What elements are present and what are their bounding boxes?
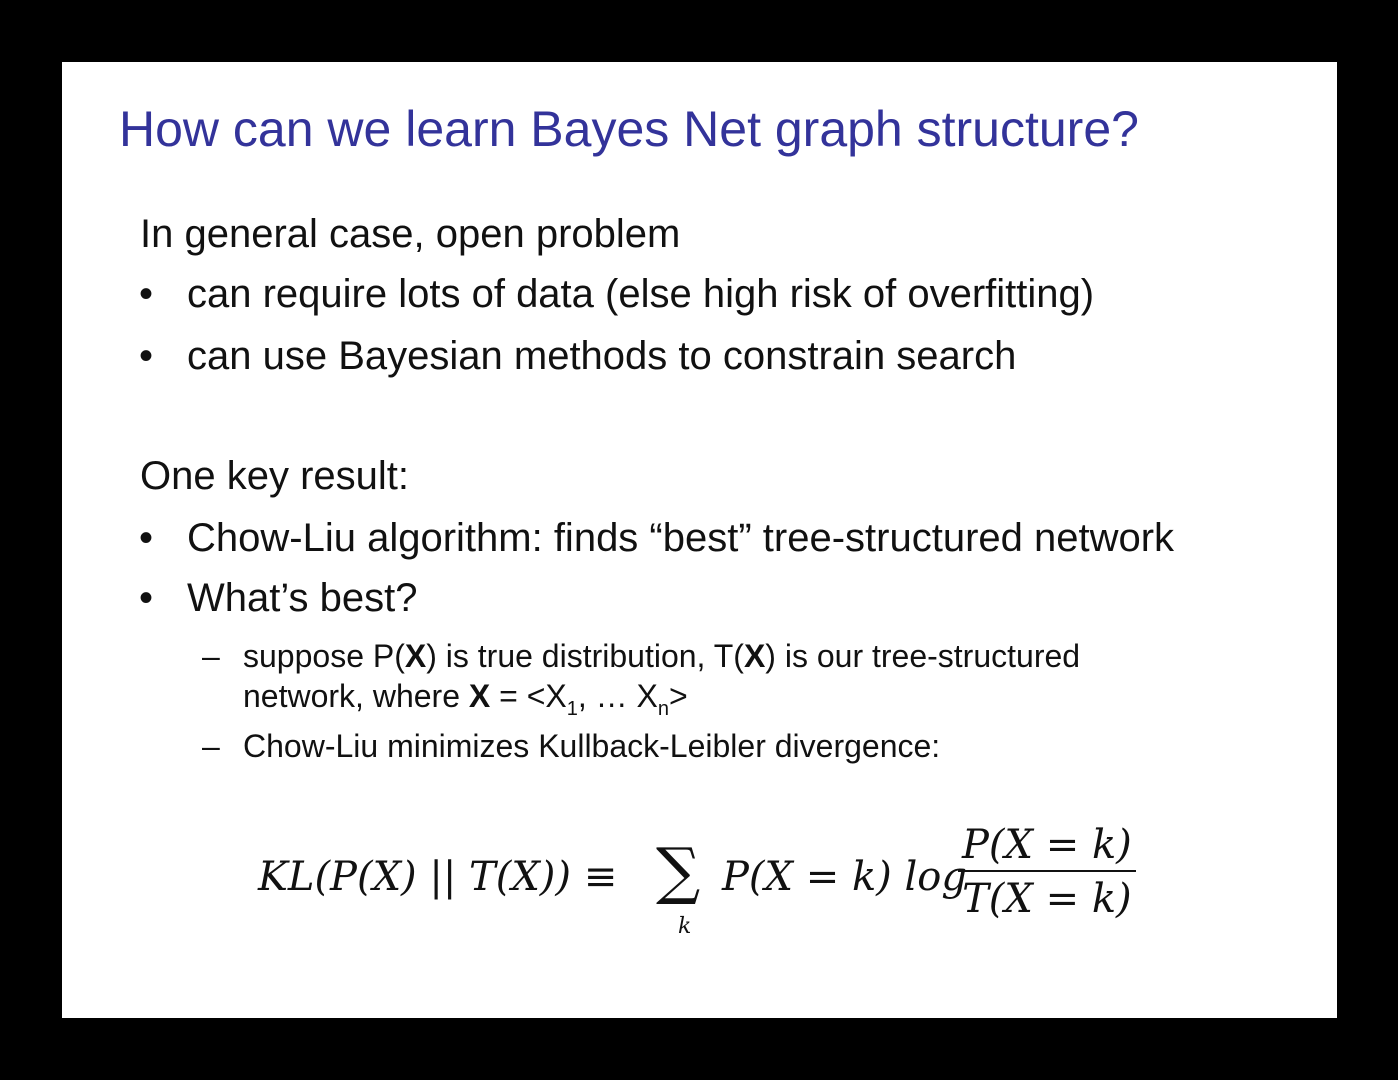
text-run: network, where [243,678,469,714]
text-run: suppose P( [243,638,405,674]
fraction-numerator: P(X = k) [962,822,1132,868]
formula-rhs: P(X = k) log [722,854,967,900]
text-run: , … X [577,678,658,714]
bullet-dot-icon: • [138,516,153,560]
bold-x: X [743,638,766,674]
fraction-denominator: T(X = k) [962,876,1132,922]
sub-bullet-item: Chow-Liu minimizes Kullback-Leibler dive… [243,728,941,764]
bullet-item: Chow-Liu algorithm: finds “best” tree-st… [187,516,1175,560]
slide-title: How can we learn Bayes Net graph structu… [119,101,1139,157]
text-run: ) is true distribution, T( [426,638,744,674]
sub-bullet-continuation: network, where X = <X1, … Xn> [243,678,688,721]
summation-symbol: ∑ [656,834,701,907]
bullet-dot-icon: • [138,272,153,316]
bullet-dot-icon: • [138,576,153,620]
bold-x: X [468,678,491,714]
subscript: 1 [566,698,578,720]
slide: How can we learn Bayes Net graph structu… [62,62,1337,1018]
text-run: ) is our tree-structured [765,638,1081,674]
bullet-dot-icon: • [138,334,153,378]
subscript: n [657,698,669,720]
section2-heading: One key result: [140,454,410,498]
dash-icon: – [202,638,220,674]
bullet-item: What’s best? [187,576,418,620]
text-run: > [668,678,688,714]
bold-x: X [404,638,427,674]
formula-fraction: P(X = k) T(X = k) [958,822,1136,922]
bullet-item: can use Bayesian methods to constrain se… [187,334,1017,378]
fraction-bar [958,870,1136,872]
dash-icon: – [202,728,220,764]
text-run: = <X [490,678,567,714]
formula-lhs: KL(P(X) || T(X)) ≡ [258,854,618,900]
section1-heading: In general case, open problem [140,212,681,256]
sub-bullet-item: suppose P(X) is true distribution, T(X) … [243,638,1080,675]
bullet-item: can require lots of data (else high risk… [187,272,1095,316]
summation-index: k [678,914,692,939]
